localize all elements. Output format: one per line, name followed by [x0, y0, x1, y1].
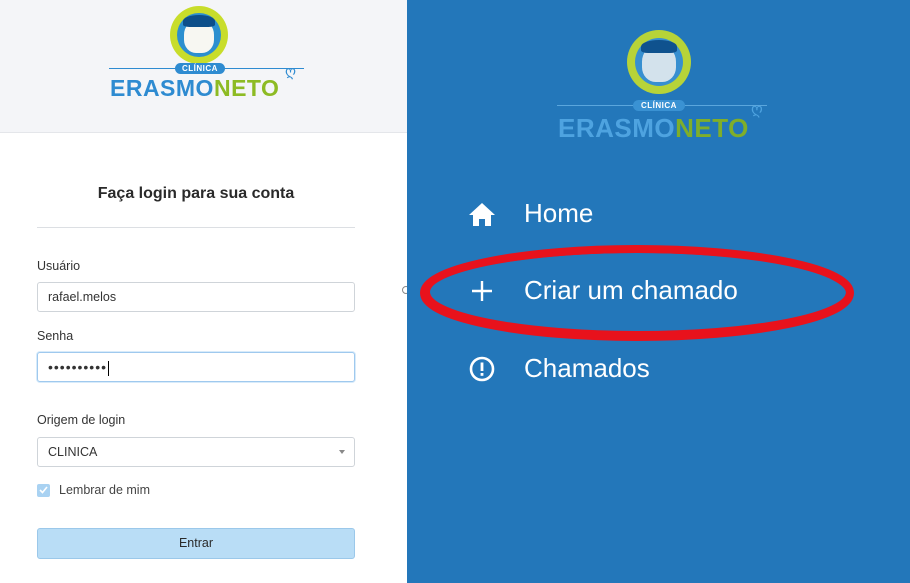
butterfly-icon: ღ [751, 101, 763, 118]
title-divider [37, 227, 355, 228]
password-input[interactable]: •••••••••• [37, 352, 355, 382]
remember-label: Lembrar de mim [59, 483, 150, 497]
logo-pill: CLÍNICA [633, 100, 685, 111]
sidebar-menu: CLÍNICA ERASMONETO ღ Home Criar um chama… [407, 0, 910, 583]
logo-brand: ERASMONETO [558, 113, 749, 143]
highlight-ellipse [420, 245, 854, 341]
username-input[interactable]: rafael.melos [37, 282, 355, 312]
sidebar-logo: CLÍNICA ERASMONETO ღ [557, 30, 767, 145]
chevron-down-icon [339, 450, 345, 454]
clinic-logo: CLÍNICA ERASMONETO ღ [109, 6, 304, 106]
login-panel: CLÍNICA ERASMONETO ღ Faça login para sua… [0, 0, 407, 583]
logo-brand: ERASMONETO [110, 75, 280, 101]
check-icon [39, 486, 48, 494]
logo-face-icon [627, 30, 691, 94]
logo-pill: CLÍNICA [175, 63, 225, 74]
password-value: •••••••••• [48, 359, 108, 375]
menu-item-tickets[interactable]: Chamados [467, 353, 650, 384]
logo-face-icon [170, 6, 228, 64]
alert-circle-icon [467, 354, 497, 384]
text-caret [108, 360, 110, 376]
home-icon [467, 199, 497, 229]
butterfly-icon: ღ [285, 63, 297, 79]
remember-checkbox[interactable] [37, 483, 50, 497]
password-label: Senha [37, 329, 74, 343]
menu-item-home[interactable]: Home [467, 198, 593, 229]
menu-item-label: Home [524, 198, 594, 228]
remember-me[interactable]: Lembrar de mim [37, 483, 150, 497]
username-label: Usuário [37, 259, 81, 273]
menu-item-label: Chamados [524, 353, 650, 383]
origin-selected-value: CLINICA [48, 445, 98, 459]
login-header: CLÍNICA ERASMONETO ღ [0, 0, 407, 133]
login-button[interactable]: Entrar [37, 528, 355, 559]
origin-label: Origem de login [37, 413, 126, 427]
origin-select[interactable]: CLINICA [37, 437, 355, 467]
login-title: Faça login para sua conta [97, 185, 295, 202]
